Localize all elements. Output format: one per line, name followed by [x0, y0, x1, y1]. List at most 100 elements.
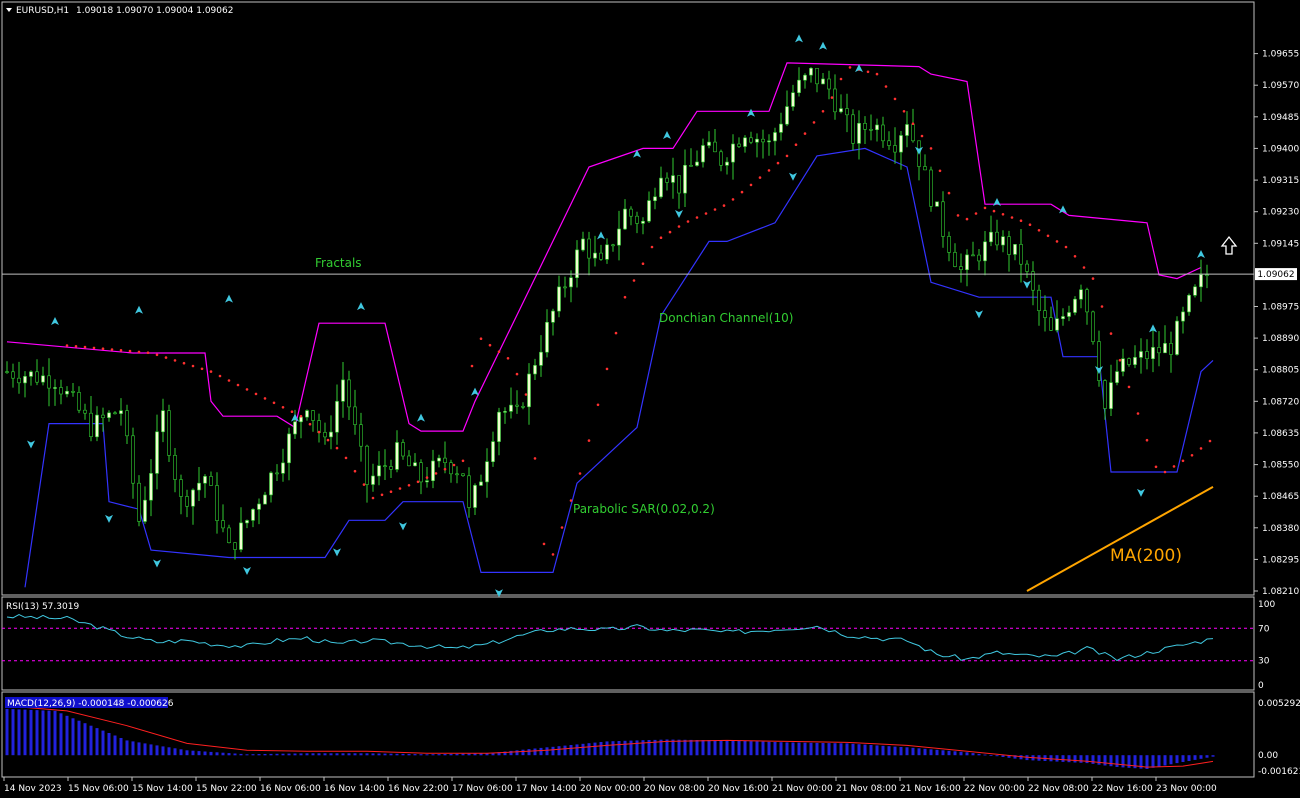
macd-bar — [869, 745, 873, 756]
macd-bar — [749, 741, 753, 756]
macd-bar — [167, 747, 171, 756]
macd-bar — [929, 749, 933, 756]
sar-dot — [281, 406, 285, 409]
macd-bar — [1121, 755, 1125, 768]
macd-bar — [875, 745, 879, 756]
macd-bar — [131, 741, 135, 756]
x-tick-label: 23 Nov 00:00 — [1156, 784, 1217, 794]
macd-bar — [161, 746, 165, 756]
fractals-annotation: Fractals — [315, 256, 362, 270]
x-tick-label: 22 Nov 16:00 — [1092, 784, 1153, 794]
sar-dot — [407, 484, 411, 487]
sar-dot — [659, 236, 663, 239]
macd-bar — [455, 753, 459, 756]
rsi-label: RSI(13) 57.3019 — [6, 602, 79, 612]
macd-tick-label: 0.00 — [1258, 751, 1278, 761]
sar-dot — [722, 204, 726, 207]
sar-dot — [1073, 254, 1077, 258]
macd-bar — [317, 753, 321, 756]
candle — [935, 201, 939, 207]
sar-dot — [182, 361, 186, 365]
sar-dot — [929, 147, 933, 150]
macd-bar — [149, 744, 153, 756]
sar-dot — [389, 490, 393, 494]
sar-dot — [1019, 219, 1023, 222]
sar-dot — [1082, 266, 1086, 269]
x-tick-label: 16 Nov 22:00 — [388, 784, 449, 794]
candle — [1175, 316, 1179, 356]
macd-bar — [617, 741, 621, 756]
header-label: EURUSD,H1 1.09018 1.09070 1.09004 1.0906… — [6, 6, 233, 16]
macd-bar — [437, 754, 441, 756]
macd-bar — [47, 710, 51, 756]
macd-bar — [5, 708, 9, 756]
macd-bar — [59, 713, 63, 756]
sar-dot — [1199, 447, 1203, 450]
macd-bar — [923, 748, 927, 756]
sar-dot — [380, 493, 384, 497]
macd-bar — [461, 753, 465, 756]
macd-bar — [335, 753, 339, 756]
sar-dot — [965, 217, 969, 221]
macd-bar — [773, 742, 777, 756]
sar-dot — [839, 77, 843, 81]
macd-bar — [101, 730, 105, 756]
macd-bar — [887, 746, 891, 756]
macd-bar — [677, 739, 681, 756]
sar-dot — [587, 439, 591, 442]
macd-bar — [233, 753, 237, 756]
macd-bar — [341, 753, 345, 756]
macd-bar — [797, 742, 801, 756]
macd-bar — [1157, 755, 1161, 767]
macd-bar — [509, 750, 513, 756]
macd-bar — [23, 709, 27, 756]
sar-dot — [704, 212, 708, 215]
y-tick-label: 1.08975 — [1262, 303, 1299, 313]
macd-bar — [839, 743, 843, 756]
sar-dot — [353, 469, 357, 473]
candle — [167, 404, 171, 462]
y-tick-label: 1.09145 — [1262, 239, 1299, 249]
rsi-tick-label: 30 — [1258, 657, 1270, 667]
sar-dot — [326, 438, 330, 442]
sar-dot — [731, 198, 735, 201]
macd-bar — [851, 743, 855, 756]
macd-bar — [65, 715, 69, 756]
candle — [1073, 296, 1077, 316]
macd-bar — [119, 738, 123, 756]
macd-bar — [539, 747, 543, 756]
macd-bar — [29, 709, 33, 756]
macd-bar — [1067, 755, 1071, 763]
y-tick-label: 1.09655 — [1262, 50, 1299, 60]
sar-dot — [632, 279, 636, 282]
sar-dot — [713, 208, 717, 211]
macd-tick-label: -0.001621 — [1258, 767, 1300, 777]
sar-dot — [875, 72, 879, 76]
macd-bar — [683, 739, 687, 756]
sar-dot — [641, 262, 645, 266]
macd-bar — [191, 750, 195, 756]
macd-bar — [83, 723, 87, 756]
y-tick-label: 1.08890 — [1262, 334, 1299, 344]
macd-bar — [899, 747, 903, 756]
x-tick-label: 22 Nov 08:00 — [1028, 784, 1089, 794]
sar-dot — [317, 430, 321, 434]
y-tick-label: 1.08635 — [1262, 429, 1299, 439]
sar-dot — [1163, 470, 1167, 474]
macd-bar — [695, 740, 699, 756]
y-tick-label: 1.09315 — [1262, 176, 1299, 186]
macd-bar — [1199, 755, 1203, 759]
macd-bar — [857, 744, 861, 756]
sar-dot — [1208, 439, 1212, 443]
macd-bar — [563, 745, 567, 756]
macd-bar — [281, 753, 285, 756]
macd-bar — [89, 725, 93, 756]
trading-chart[interactable]: 1.09655 1.09570 1.09485 1.09400 1.09315 1.092… — [0, 0, 1300, 798]
macd-bar — [71, 718, 75, 756]
macd-bar — [827, 743, 831, 756]
macd-bar — [983, 754, 987, 756]
macd-bar — [581, 743, 585, 756]
macd-bar — [977, 753, 981, 756]
sar-dot — [173, 359, 177, 362]
y-tick-label: 1.09230 — [1262, 208, 1299, 218]
